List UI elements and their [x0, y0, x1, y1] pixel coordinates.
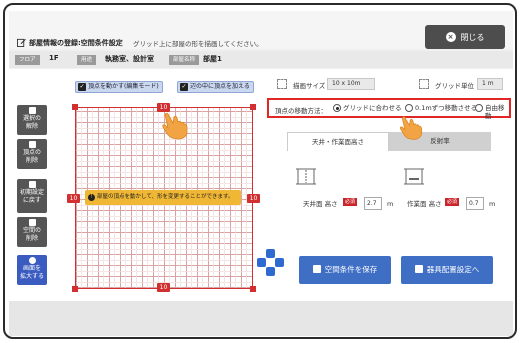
work-height-input[interactable]: 0.7: [466, 197, 484, 210]
save-space-button[interactable]: 空間条件を保存: [299, 256, 391, 284]
drawing-size-field[interactable]: 10 x 10m: [327, 78, 375, 90]
tab-ceiling-work-height[interactable]: 天井・作業面高さ: [287, 132, 389, 151]
device-frame: 部屋情報の登録:空間条件設定 グリッド上に部屋の形を描画してください。 × 閉じ…: [3, 3, 517, 339]
checkbox-checked-icon: ✓: [78, 83, 86, 91]
dimension-bottom[interactable]: 10: [157, 283, 170, 292]
radio-snap-grid[interactable]: グリッドに合わせる: [333, 104, 402, 112]
use-value: 執務室、設計室: [105, 55, 154, 63]
vertex-move-method: 頂点の移動方法： グリッドに合わせる 0.1mずつ移動させる 自由移動: [267, 98, 511, 120]
arrow-up-button[interactable]: [266, 249, 275, 258]
radio-unselected-icon: [405, 104, 413, 112]
trash-icon: [28, 141, 36, 148]
use-chip: 用途: [77, 55, 97, 65]
info-icon: !: [88, 194, 95, 201]
radio-step-01m-label: 0.1mずつ移動させる: [415, 104, 478, 112]
hand-pointer-icon: [162, 112, 188, 140]
add-vertex-label: 辺の中に頂点を加える: [190, 83, 250, 90]
required-badge: 必須: [343, 198, 358, 206]
save-space-label: 空間条件を保存: [324, 265, 378, 274]
delete-vertex-button[interactable]: 頂点の 削除: [17, 139, 47, 169]
zoom-label: 画面を 拡大する: [19, 265, 44, 280]
checkbox-checked-icon: ✓: [180, 83, 188, 91]
direction-pad: [257, 249, 285, 277]
ceiling-height-input[interactable]: 2.7: [364, 197, 382, 210]
room-info-bar: フロア 1F 用途 執務室、設計室 部屋名称 部屋1: [9, 51, 513, 68]
zoom-icon: [28, 257, 36, 264]
delete-space-label: 空間の 削除: [22, 227, 41, 242]
move-icon: [414, 265, 423, 273]
floor-chip: フロア: [15, 55, 40, 65]
fixture-layout-button[interactable]: 器具配置設定へ: [401, 256, 493, 284]
delete-vertex-label: 頂点の 削除: [22, 149, 41, 164]
work-height-unit: m: [489, 200, 496, 208]
ceiling-height-unit: m: [387, 200, 394, 208]
reset-button[interactable]: 初期設定 に戻す: [17, 179, 47, 213]
dimension-right[interactable]: 10: [247, 194, 260, 203]
radio-free-move[interactable]: 自由移動: [475, 104, 509, 120]
vertex-handle[interactable]: [72, 286, 78, 292]
vertex-handle[interactable]: [72, 104, 78, 110]
close-label: 閉じる: [460, 32, 485, 42]
reset-icon: [28, 181, 36, 188]
room-chip: 部屋名称: [169, 55, 200, 65]
trash-icon: [28, 219, 36, 226]
add-vertex-toggle[interactable]: ✓ 辺の中に頂点を加える: [177, 81, 254, 93]
radio-free-move-label: 自由移動: [485, 104, 505, 120]
ceiling-height-icon: [296, 168, 316, 185]
room-value: 部屋1: [203, 55, 222, 63]
app-window: 部屋情報の登録:空間条件設定 グリッド上に部屋の形を描画してください。 × 閉じ…: [9, 11, 513, 336]
page-title: 部屋情報の登録:空間条件設定: [29, 39, 123, 47]
reset-label: 初期設定 に戻す: [19, 189, 44, 204]
ceiling-height-label: 天井面 高さ: [303, 200, 338, 208]
delete-space-button[interactable]: 空間の 削除: [17, 217, 47, 247]
arrow-right-button[interactable]: [275, 258, 284, 267]
move-vertex-label: 頂点を動かす(編集モード): [88, 83, 159, 90]
floor-value: 1F: [49, 54, 59, 62]
close-button[interactable]: × 閉じる: [425, 25, 505, 49]
radio-snap-grid-label: グリッドに合わせる: [343, 104, 402, 112]
title-bar: 部屋情報の登録:空間条件設定 グリッド上に部屋の形を描画してください。 × 閉じ…: [9, 11, 513, 49]
notice-text: 部屋の頂点を動かして、形を変更することができます。: [97, 194, 234, 200]
page-subtitle: グリッド上に部屋の形を描画してください。: [133, 40, 263, 48]
footer-bar: [9, 301, 513, 336]
drawing-size-icon: [277, 79, 287, 89]
radio-step-01m[interactable]: 0.1mずつ移動させる: [405, 104, 477, 112]
move-vertex-toggle[interactable]: ✓ 頂点を動かす(編集モード): [75, 81, 163, 93]
dimension-left[interactable]: 10: [67, 194, 80, 203]
work-height-icon: [404, 168, 424, 185]
grid-unit-field[interactable]: 1 m: [477, 78, 503, 90]
hand-pointer-icon: [399, 116, 423, 140]
deselect-label: 選択の 解除: [22, 115, 41, 130]
work-area: 選択の 解除 頂点の 削除 初期設定 に戻す 空間の 削除 画面を 拡大する ✓…: [9, 69, 513, 301]
vertex-handle[interactable]: [250, 286, 256, 292]
arrow-down-button[interactable]: [266, 267, 275, 276]
grid-unit-icon: [419, 79, 429, 89]
lock-icon: [28, 107, 36, 114]
close-icon: ×: [445, 32, 456, 42]
vertex-move-label: 頂点の移動方法：: [275, 107, 327, 115]
grid-unit-label: グリッド単位: [435, 82, 474, 90]
arrow-left-button[interactable]: [257, 258, 266, 267]
save-icon: [312, 265, 321, 273]
vertex-handle[interactable]: [250, 104, 256, 110]
drawing-size-label: 描画サイズ: [293, 82, 326, 90]
required-badge: 必須: [445, 198, 460, 206]
edit-notice: ! 部屋の頂点を動かして、形を変更することができます。: [85, 190, 241, 205]
zoom-button[interactable]: 画面を 拡大する: [17, 255, 47, 285]
edit-icon: [17, 38, 26, 47]
fixture-layout-label: 器具配置設定へ: [426, 265, 480, 274]
deselect-button[interactable]: 選択の 解除: [17, 105, 47, 135]
work-height-label: 作業面 高さ: [407, 200, 442, 208]
radio-unselected-icon: [475, 104, 483, 112]
radio-selected-icon: [333, 104, 341, 112]
